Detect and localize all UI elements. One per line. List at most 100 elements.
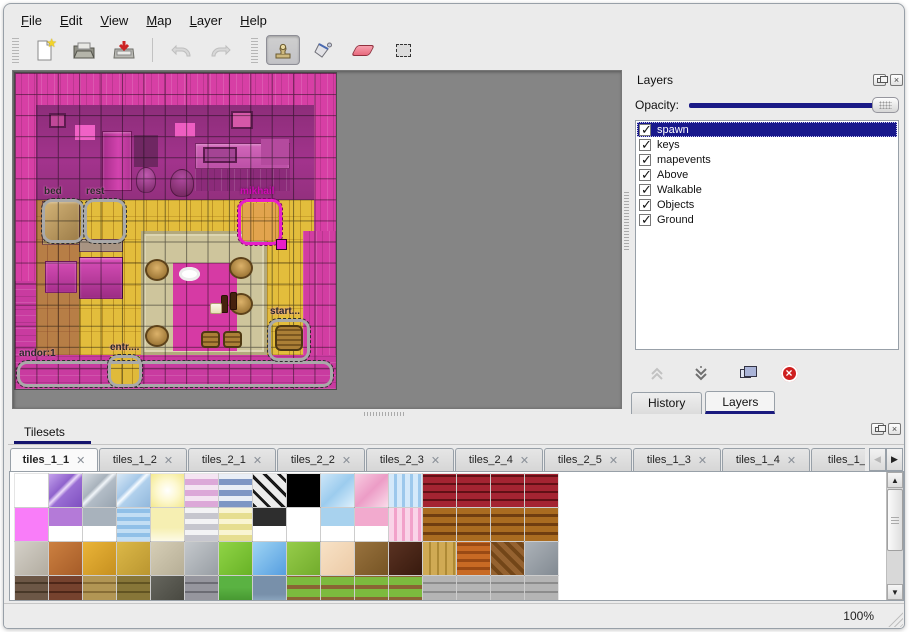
- tile-2[interactable]: [83, 474, 116, 507]
- tileset-tab-tiles_1_2[interactable]: tiles_1_2✕: [99, 448, 187, 472]
- close-tab-icon[interactable]: ✕: [76, 454, 85, 467]
- tile-3[interactable]: [117, 474, 150, 507]
- map-object-mikhail[interactable]: [238, 199, 282, 245]
- tile-10[interactable]: [355, 474, 388, 507]
- new-map-button[interactable]: ★: [27, 35, 61, 65]
- tile-33[interactable]: [49, 542, 82, 575]
- menu-layer[interactable]: Layer: [181, 11, 232, 30]
- tile-51[interactable]: [117, 576, 150, 601]
- bucket-fill-tool-button[interactable]: [306, 35, 340, 65]
- tile-30[interactable]: [491, 508, 524, 541]
- rect-select-tool-button[interactable]: [386, 35, 420, 65]
- close-tab-icon[interactable]: ✕: [164, 454, 173, 467]
- tile-1[interactable]: [49, 474, 82, 507]
- scroll-tabs-left-button[interactable]: ◀: [869, 448, 886, 471]
- tile-17[interactable]: [49, 508, 82, 541]
- close-panel-icon[interactable]: ×: [890, 74, 903, 86]
- tileset-tab-tiles_2_5[interactable]: tiles_2_5✕: [544, 448, 632, 472]
- scroll-tabs-right-button[interactable]: ▶: [886, 448, 903, 471]
- tile-27[interactable]: [389, 508, 422, 541]
- layer-row-spawn[interactable]: ✓spawn: [637, 122, 897, 137]
- resize-grip[interactable]: [885, 609, 903, 627]
- close-tab-icon[interactable]: ✕: [698, 454, 707, 467]
- tile-44[interactable]: [423, 542, 456, 575]
- redo-button[interactable]: [204, 35, 238, 65]
- tileset-tab-tiles_1_[interactable]: tiles_1_✕: [811, 448, 865, 472]
- tile-38[interactable]: [219, 542, 252, 575]
- tile-46[interactable]: [491, 542, 524, 575]
- map-viewport[interactable]: andor:1bedrestmikhailstart...entr....: [12, 70, 622, 409]
- tile-62[interactable]: [491, 576, 524, 601]
- tile-31[interactable]: [525, 508, 558, 541]
- layer-visibility-checkbox[interactable]: ✓: [639, 124, 651, 136]
- tile-35[interactable]: [117, 542, 150, 575]
- tile-34[interactable]: [83, 542, 116, 575]
- tile-36[interactable]: [151, 542, 184, 575]
- open-map-button[interactable]: [67, 35, 101, 65]
- map-object-bed[interactable]: [42, 199, 84, 243]
- tile-28[interactable]: [423, 508, 456, 541]
- tile-54[interactable]: [219, 576, 252, 601]
- map-object-entr[interactable]: [108, 355, 142, 387]
- menu-file[interactable]: File: [12, 11, 51, 30]
- tile-15[interactable]: [525, 474, 558, 507]
- tile-4[interactable]: [151, 474, 184, 507]
- tile-37[interactable]: [185, 542, 218, 575]
- save-map-button[interactable]: [107, 35, 141, 65]
- close-tab-icon[interactable]: ✕: [609, 454, 618, 467]
- layer-row-Walkable[interactable]: ✓Walkable: [637, 182, 897, 197]
- tile-22[interactable]: [219, 508, 252, 541]
- layer-visibility-checkbox[interactable]: ✓: [639, 154, 651, 166]
- tile-59[interactable]: [389, 576, 422, 601]
- layer-visibility-checkbox[interactable]: ✓: [639, 169, 651, 181]
- map-canvas[interactable]: andor:1bedrestmikhailstart...entr....: [15, 73, 336, 389]
- menu-edit[interactable]: Edit: [51, 11, 91, 30]
- tile-24[interactable]: [287, 508, 320, 541]
- tile-58[interactable]: [355, 576, 388, 601]
- tile-14[interactable]: [491, 474, 524, 507]
- layer-row-Ground[interactable]: ✓Ground: [637, 212, 897, 227]
- tile-53[interactable]: [185, 576, 218, 601]
- close-tab-icon[interactable]: ✕: [520, 454, 529, 467]
- tile-39[interactable]: [253, 542, 286, 575]
- tile-42[interactable]: [355, 542, 388, 575]
- tile-49[interactable]: [49, 576, 82, 601]
- tile-52[interactable]: [151, 576, 184, 601]
- opacity-slider-thumb[interactable]: [872, 97, 899, 113]
- tile-32[interactable]: [15, 542, 48, 575]
- undo-button[interactable]: [164, 35, 198, 65]
- float-tilesets-icon[interactable]: [871, 423, 884, 435]
- layer-visibility-checkbox[interactable]: ✓: [639, 199, 651, 211]
- duplicate-layer-button[interactable]: [735, 363, 755, 383]
- tileset-tab-tiles_2_2[interactable]: tiles_2_2✕: [277, 448, 365, 472]
- tile-6[interactable]: [219, 474, 252, 507]
- tile-41[interactable]: [321, 542, 354, 575]
- toolbar-drag-handle[interactable]: [12, 37, 19, 63]
- tileset-scrollbar[interactable]: ▲ ▼: [886, 472, 903, 600]
- tile-63[interactable]: [525, 576, 558, 601]
- close-tab-icon[interactable]: ✕: [787, 454, 796, 467]
- opacity-slider-track[interactable]: [689, 103, 897, 108]
- tile-5[interactable]: [185, 474, 218, 507]
- close-tab-icon[interactable]: ✕: [253, 454, 262, 467]
- menu-map[interactable]: Map: [137, 11, 180, 30]
- layer-row-mapevents[interactable]: ✓mapevents: [637, 152, 897, 167]
- layer-row-keys[interactable]: ✓keys: [637, 137, 897, 152]
- dock-tab-history[interactable]: History: [631, 392, 702, 414]
- layer-row-Above[interactable]: ✓Above: [637, 167, 897, 182]
- tile-57[interactable]: [321, 576, 354, 601]
- tile-18[interactable]: [83, 508, 116, 541]
- float-panel-icon[interactable]: [873, 74, 886, 86]
- vertical-splitter-handle[interactable]: [624, 192, 629, 250]
- tile-43[interactable]: [389, 542, 422, 575]
- menu-view[interactable]: View: [91, 11, 137, 30]
- tileset-tab-tiles_1_3[interactable]: tiles_1_3✕: [633, 448, 721, 472]
- tile-23[interactable]: [253, 508, 286, 541]
- scrollbar-thumb[interactable]: [887, 489, 903, 551]
- tile-55[interactable]: [253, 576, 286, 601]
- layer-visibility-checkbox[interactable]: ✓: [639, 214, 651, 226]
- tile-19[interactable]: [117, 508, 150, 541]
- tile-13[interactable]: [457, 474, 490, 507]
- tile-21[interactable]: [185, 508, 218, 541]
- tile-9[interactable]: [321, 474, 354, 507]
